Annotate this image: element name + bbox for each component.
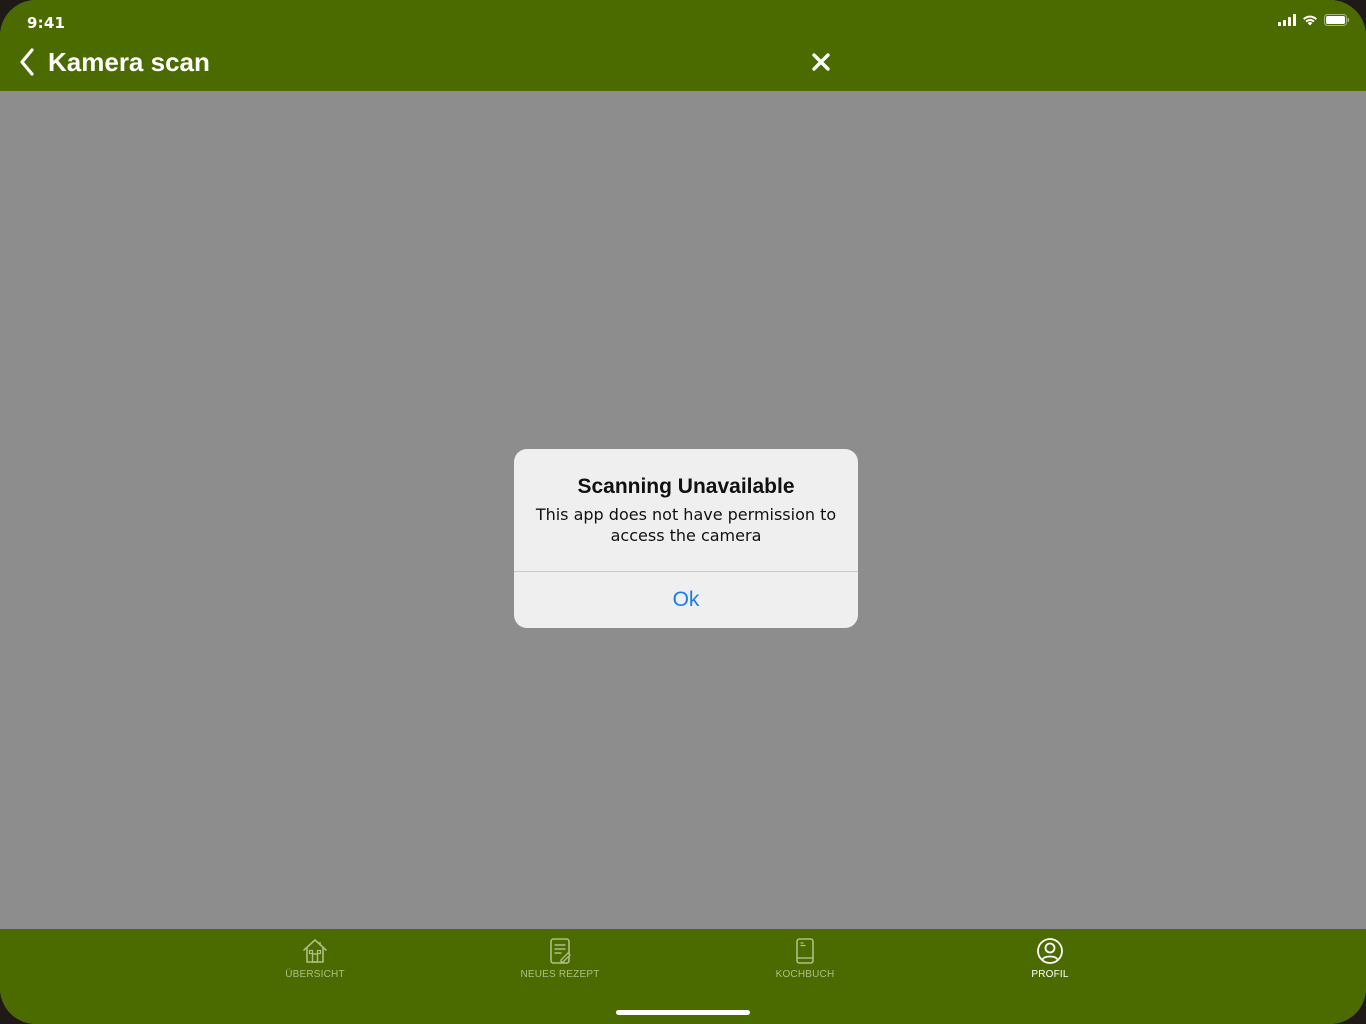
cookbook-icon <box>791 937 819 965</box>
alert-ok-button[interactable]: Ok <box>514 572 858 628</box>
close-icon <box>811 52 831 77</box>
tab-ubersicht[interactable]: ÜBERSICHT <box>245 937 385 987</box>
app-screen: 9:41 Kamera scan Scanning Unavailable Th… <box>0 0 1366 1024</box>
wifi-icon <box>1302 13 1318 31</box>
page-title: Kamera scan <box>48 47 210 77</box>
home-icon <box>301 937 329 965</box>
tab-label: KOCHBUCH <box>775 969 835 980</box>
tab-label: ÜBERSICHT <box>285 969 345 980</box>
tab-label: NEUES REZEPT <box>520 969 600 980</box>
battery-icon <box>1324 13 1350 31</box>
tab-label: PROFIL <box>1031 969 1069 980</box>
tab-profil[interactable]: PROFIL <box>980 937 1120 987</box>
status-time: 9:41 <box>27 14 66 32</box>
close-button[interactable] <box>806 49 836 79</box>
profile-icon <box>1036 937 1064 965</box>
home-indicator[interactable] <box>616 1010 750 1015</box>
tab-neues-rezept[interactable]: NEUES REZEPT <box>490 937 630 987</box>
navigation-bar: 9:41 Kamera scan <box>0 0 1366 91</box>
back-button[interactable] <box>12 46 42 82</box>
tab-kochbuch[interactable]: KOCHBUCH <box>735 937 875 987</box>
status-icons <box>1278 13 1350 31</box>
cellular-signal-icon <box>1278 13 1296 31</box>
new-recipe-icon <box>546 937 574 965</box>
alert-dialog: Scanning Unavailable This app does not h… <box>514 449 858 628</box>
chevron-left-icon <box>19 47 35 81</box>
alert-title: Scanning Unavailable <box>577 475 795 498</box>
alert-message: This app does not have permission to acc… <box>535 505 837 545</box>
